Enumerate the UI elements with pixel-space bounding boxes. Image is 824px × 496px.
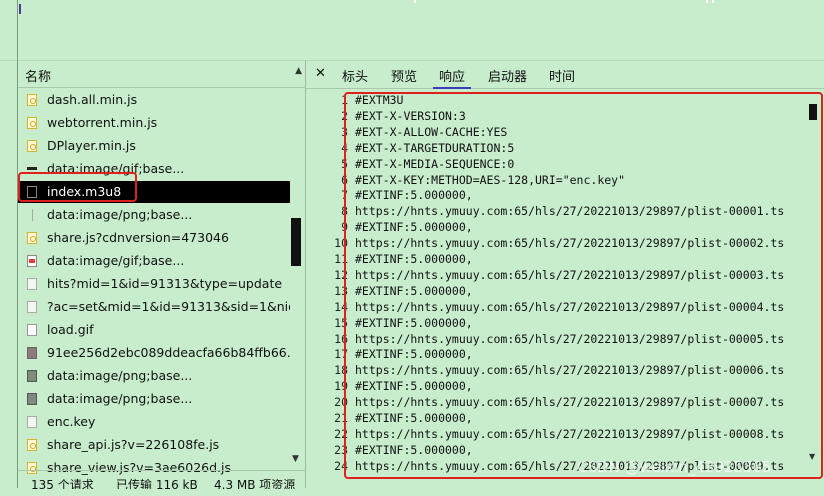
file-type-icon <box>27 324 37 336</box>
line-number: 24 <box>334 458 348 473</box>
divider <box>17 0 18 60</box>
line-number: 17 <box>334 347 348 362</box>
request-name: data:image/png;base... <box>47 391 193 406</box>
detail-tabs: ✕ 标头 预览 响应 启动器 时间 <box>306 60 824 89</box>
request-name: hits?mid=1&id=91313&type=update <box>47 276 283 291</box>
line-number: 10 <box>334 236 348 251</box>
line-number: 4 <box>341 140 348 155</box>
file-type-icon <box>27 301 37 313</box>
table-row[interactable]: ?ac=set&mid=1&id=91313&sid=1&nid= <box>18 296 290 318</box>
tab-response[interactable]: 响应 <box>432 66 472 89</box>
scroll-down-icon[interactable]: ▼ <box>292 454 299 464</box>
line-number: 9 <box>341 220 348 235</box>
table-row[interactable]: dash.all.min.js <box>18 89 290 111</box>
table-row[interactable]: 91ee256d2ebc089ddeacfa66b84ffb66.jpg <box>18 342 290 364</box>
resource-size: 4.3 MB 项资源 <box>214 478 296 489</box>
line-number: 20 <box>334 395 348 410</box>
line-number: 22 <box>334 426 348 441</box>
close-icon[interactable]: ✕ <box>315 66 326 81</box>
line-number: 1 <box>341 93 348 107</box>
line-number: 5 <box>341 156 348 171</box>
line-number: 11 <box>334 252 348 266</box>
request-count: 135 个请求 <box>31 478 94 489</box>
text-caret <box>19 4 21 14</box>
divider <box>706 0 708 3</box>
transferred-size: 已传输 116 kB <box>116 478 198 489</box>
table-row[interactable]: data:image/gif;base... <box>18 250 290 272</box>
line-number: 8 <box>341 204 348 219</box>
table-row[interactable]: share_api.js?v=226108fe.js <box>18 434 290 456</box>
line-number: 6 <box>341 172 348 187</box>
divider <box>712 0 714 3</box>
file-type-icon <box>27 94 37 106</box>
table-row[interactable]: share.js?cdnversion=473046 <box>18 227 290 249</box>
line-number: 19 <box>334 379 348 394</box>
divider <box>414 0 416 3</box>
network-status-bar: 135 个请求 已传输 116 kB 4.3 MB 项资源 <box>18 470 306 489</box>
request-name: enc.key <box>47 414 96 429</box>
tab-timing[interactable]: 时间 <box>549 66 575 85</box>
line-number: 3 <box>341 124 348 139</box>
tab-headers[interactable]: 标头 <box>342 66 368 85</box>
tab-initiator[interactable]: 启动器 <box>488 66 527 85</box>
file-type-icon <box>27 416 37 428</box>
table-row[interactable]: webtorrent.min.js <box>18 112 290 134</box>
table-row[interactable]: load.gif <box>18 319 290 341</box>
request-name: data:image/png;base... <box>47 368 193 383</box>
table-row[interactable]: hits?mid=1&id=91313&type=update <box>18 273 290 295</box>
request-name: data:image/gif;base... <box>47 253 185 268</box>
table-row[interactable]: enc.key <box>18 411 290 433</box>
watermark: CSDN @weixin_43925365 <box>577 458 772 476</box>
name-column-label: 名称 <box>25 70 52 85</box>
request-name: share.js?cdnversion=473046 <box>47 230 229 245</box>
file-type-icon <box>27 117 37 129</box>
list-scrollbar-thumb[interactable] <box>291 218 301 266</box>
line-number: 7 <box>341 188 348 203</box>
highlight-box-response <box>344 92 823 479</box>
highlight-box-selected-request <box>18 172 137 202</box>
request-name: load.gif <box>47 322 94 337</box>
request-name: ?ac=set&mid=1&id=91313&sid=1&nid= <box>47 299 290 314</box>
scroll-up-icon[interactable]: ▲ <box>295 66 302 76</box>
request-name: 91ee256d2ebc089ddeacfa66b84ffb66.jpg <box>47 345 290 360</box>
file-type-icon <box>27 167 37 170</box>
line-number: 2 <box>341 108 348 123</box>
file-type-icon <box>27 370 37 382</box>
table-row[interactable]: data:image/png;base... <box>18 365 290 387</box>
file-type-icon <box>32 209 33 221</box>
file-type-icon <box>27 393 37 405</box>
line-number: 15 <box>334 315 348 330</box>
line-number: 13 <box>334 283 348 298</box>
request-name: webtorrent.min.js <box>47 115 158 130</box>
table-row[interactable]: data:image/png;base... <box>18 388 290 410</box>
file-type-icon <box>27 278 37 290</box>
response-scrollbar-thumb[interactable] <box>809 104 817 120</box>
line-number: 18 <box>334 363 348 378</box>
request-name: dash.all.min.js <box>47 92 138 107</box>
file-type-icon <box>27 140 37 152</box>
scroll-down-icon[interactable]: ▼ <box>809 452 815 461</box>
line-number: 16 <box>334 331 348 346</box>
file-type-icon <box>27 255 37 267</box>
network-request-list: 名称 ▲ dash.all.min.js webtorrent.min.js DPl… <box>17 60 306 489</box>
file-type-icon <box>27 439 37 451</box>
name-column-header[interactable]: 名称 ▲ <box>18 60 306 88</box>
file-type-icon <box>27 347 37 359</box>
request-rows: dash.all.min.js webtorrent.min.js DPlayer.… <box>18 89 306 496</box>
file-type-icon <box>27 232 37 244</box>
table-row[interactable]: data:image/png;base... <box>18 204 290 226</box>
line-number: 14 <box>334 299 348 314</box>
request-name: DPlayer.min.js <box>47 138 136 153</box>
line-number: 21 <box>334 411 348 425</box>
browser-viewport-strip <box>0 0 824 61</box>
request-name: data:image/png;base... <box>47 207 193 222</box>
line-number: 12 <box>334 267 348 282</box>
request-name: share_api.js?v=226108fe.js <box>47 437 220 452</box>
tab-preview[interactable]: 预览 <box>391 66 417 85</box>
table-row[interactable]: DPlayer.min.js <box>18 135 290 157</box>
line-number: 23 <box>334 442 348 457</box>
